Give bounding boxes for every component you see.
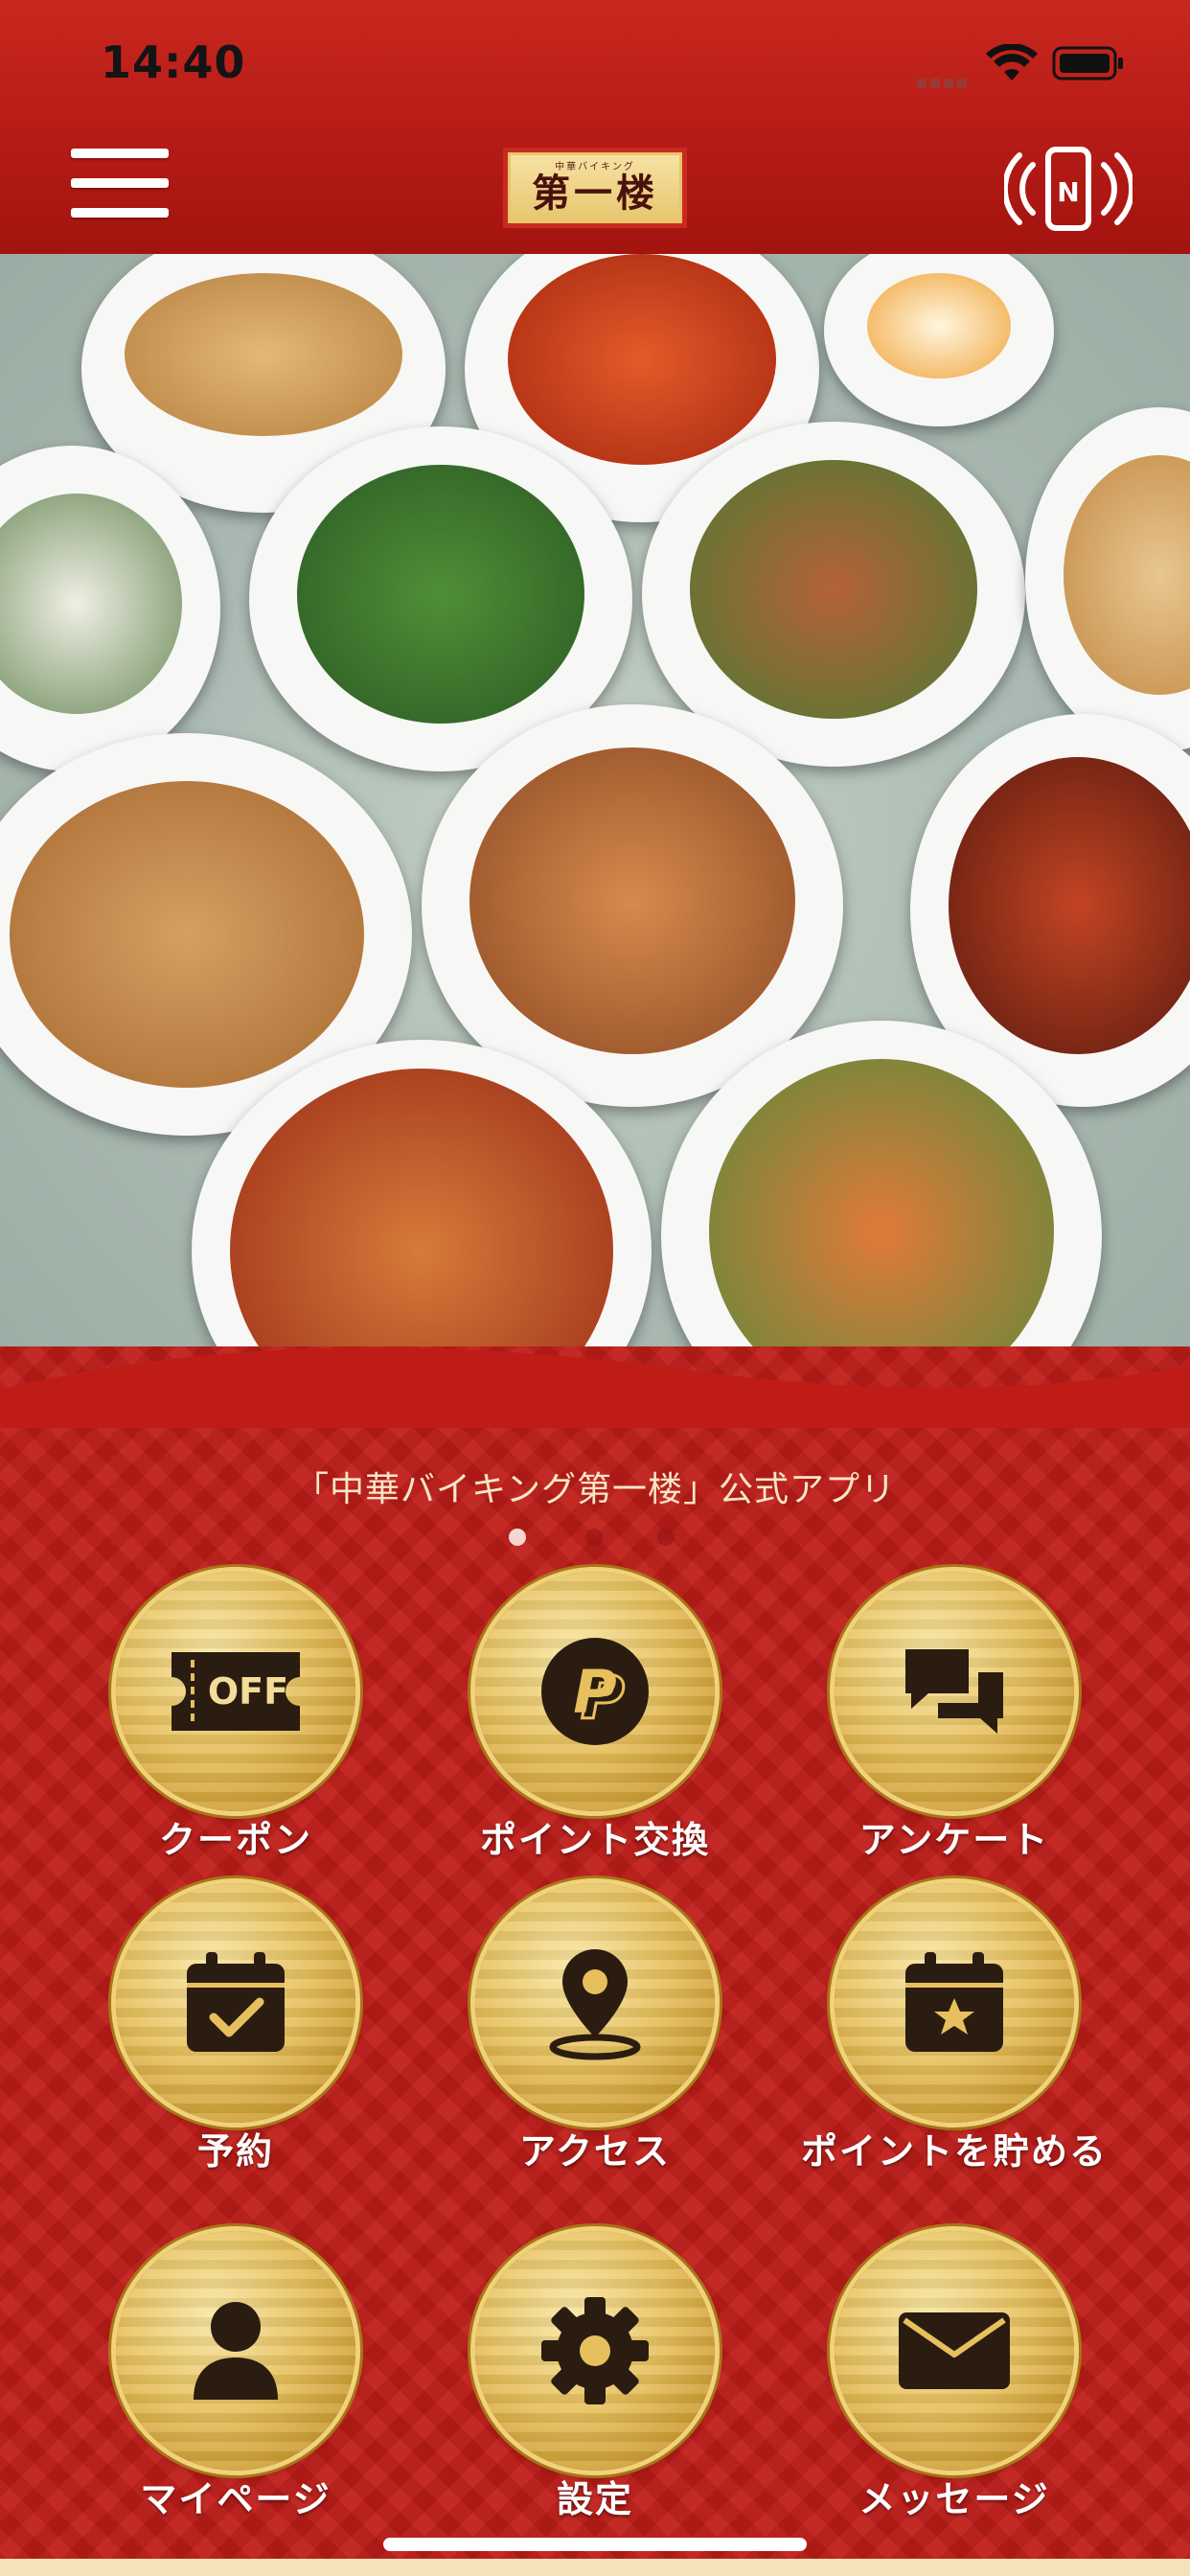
message-button[interactable]: メッセージ xyxy=(777,2231,1132,2520)
access-button[interactable]: アクセス xyxy=(418,1883,772,2173)
coupon-button[interactable]: OFF クーポン xyxy=(58,1572,413,1861)
mypage-coin xyxy=(116,2231,355,2471)
calendar-star-icon xyxy=(905,1952,1003,2052)
coupon-off-icon: OFF xyxy=(172,1652,300,1731)
map-pin-icon xyxy=(549,1949,641,2060)
battery-icon xyxy=(1052,46,1123,80)
carousel-dot-3[interactable] xyxy=(657,1529,675,1546)
bottom-strip xyxy=(0,2559,1190,2576)
mypage-button[interactable]: マイページ xyxy=(58,2231,413,2520)
chat-bubbles-icon xyxy=(905,1649,1003,1734)
tile-label-survey: アンケート xyxy=(858,1819,1050,1861)
hero-food-image xyxy=(0,254,1190,1433)
header-bar: 14:40 中華バイキング 第一楼 N xyxy=(0,0,1190,254)
earn-points-coin xyxy=(835,1883,1074,2123)
tile-label-message: メッセージ xyxy=(858,2478,1050,2520)
carousel-dot-2[interactable] xyxy=(585,1529,603,1546)
wave-divider xyxy=(0,1347,1190,1428)
tile-label-reservation: 予約 xyxy=(196,2130,274,2173)
logo-title: 第一楼 xyxy=(532,171,658,216)
app-title: 「中華バイキング第一楼」公式アプリ xyxy=(294,1470,896,1509)
coupon-off-text: OFF xyxy=(208,1670,288,1713)
calendar-check-icon xyxy=(187,1952,285,2052)
tile-label-coupon: クーポン xyxy=(158,1819,312,1861)
carousel-dot-1[interactable] xyxy=(509,1529,526,1546)
carousel-dots xyxy=(509,1529,681,1548)
svg-text:P: P xyxy=(581,1663,624,1733)
earn-points-button[interactable]: ポイントを貯める xyxy=(777,1883,1132,2173)
envelope-icon xyxy=(899,2312,1010,2389)
hamburger-menu-button[interactable] xyxy=(71,149,169,231)
cellular-signal-icon xyxy=(917,70,973,88)
point-exchange-button[interactable]: P P ポイント交換 xyxy=(418,1572,772,1861)
reservation-coin xyxy=(116,1883,355,2123)
tile-label-settings: 設定 xyxy=(556,2478,633,2520)
settings-button[interactable]: 設定 xyxy=(418,2231,772,2520)
coupon-coin: OFF xyxy=(116,1572,355,1811)
settings-coin xyxy=(475,2231,715,2471)
tile-label-earn-points: ポイントを貯める xyxy=(800,2130,1108,2173)
status-time: 14:40 xyxy=(101,36,246,88)
home-indicator[interactable] xyxy=(383,2538,807,2551)
tile-label-mypage: マイページ xyxy=(140,2478,332,2520)
wifi-icon xyxy=(986,44,1038,80)
message-coin xyxy=(835,2231,1074,2471)
point-exchange-icon: P P xyxy=(541,1638,649,1745)
point-exchange-coin: P P xyxy=(475,1572,715,1811)
svg-text:N: N xyxy=(1057,176,1079,208)
survey-coin xyxy=(835,1572,1074,1811)
nfc-phone-icon[interactable]: N xyxy=(1004,144,1133,234)
reservation-button[interactable]: 予約 xyxy=(58,1883,413,2173)
gear-icon xyxy=(541,2297,649,2404)
user-icon xyxy=(194,2302,278,2400)
tile-label-point-exchange: ポイント交換 xyxy=(479,1819,710,1861)
tile-label-access: アクセス xyxy=(518,2130,672,2173)
brand-logo: 中華バイキング 第一楼 xyxy=(503,148,687,228)
access-coin xyxy=(475,1883,715,2123)
survey-button[interactable]: アンケート xyxy=(777,1572,1132,1861)
